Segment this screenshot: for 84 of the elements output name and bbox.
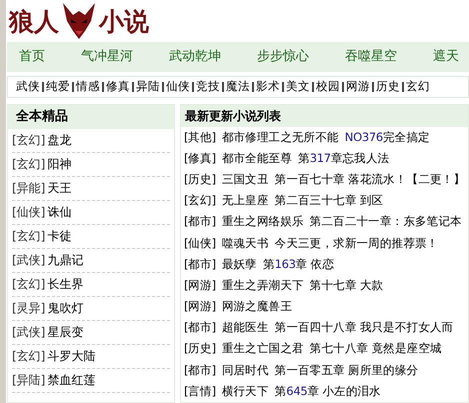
logo-text[interactable]: 小说 bbox=[99, 8, 149, 34]
book-link[interactable]: 最妖孽 bbox=[222, 256, 257, 273]
book-link[interactable]: 重生之亡国之君 bbox=[222, 340, 304, 358]
chapter-link[interactable]: 第645章 小左的泪水 bbox=[274, 382, 381, 400]
book-link[interactable]: 噬魂天书 bbox=[222, 234, 269, 252]
category-link[interactable]: 影术 bbox=[256, 78, 280, 96]
book-link[interactable]: 网游之魔兽王 bbox=[222, 298, 292, 316]
book-link[interactable]: 无上皇座 bbox=[222, 192, 269, 210]
book-link[interactable]: 重生之弄潮天下 bbox=[222, 276, 304, 294]
category-link[interactable]: 历史 bbox=[376, 78, 400, 96]
chapter-link[interactable]: 第七十八章 竟然是座空城 bbox=[310, 340, 442, 358]
category-link[interactable]: 竞技 bbox=[196, 78, 220, 96]
genre-tag: [武侠] bbox=[12, 251, 46, 269]
genre-tag: [网游] bbox=[184, 298, 216, 316]
book-link[interactable]: 斗罗大陆 bbox=[47, 347, 96, 365]
genre-tag: [玄幻] bbox=[12, 347, 46, 365]
category-link[interactable]: 玄幻 bbox=[406, 78, 430, 96]
genre-tag: [历史] bbox=[184, 170, 216, 188]
genre-tag: [武侠] bbox=[12, 323, 46, 341]
chapter-link[interactable]: 第二百二十一章：东多笔记本 bbox=[310, 213, 462, 231]
chapter-link[interactable]: 第163章 依恋 bbox=[262, 256, 334, 273]
genre-tag: [玄幻] bbox=[184, 192, 216, 210]
category-link[interactable]: 仙侠 bbox=[166, 78, 190, 96]
book-link[interactable]: 都市修理工之无所不能 bbox=[222, 128, 339, 146]
genre-tag: [异能] bbox=[12, 179, 46, 197]
book-link[interactable]: 卡徒 bbox=[47, 227, 72, 245]
genre-tag: [玄幻] bbox=[12, 131, 46, 149]
genre-tag: [网游] bbox=[184, 276, 216, 294]
genre-tag: [都市] bbox=[184, 213, 216, 231]
book-link[interactable]: 都市全能至尊 bbox=[222, 150, 292, 168]
panel-title: 全本精品 bbox=[16, 108, 68, 126]
book-link[interactable]: 超能医生 bbox=[222, 319, 269, 337]
logo-text[interactable]: 狼人 bbox=[9, 8, 59, 34]
category-link[interactable]: 校园 bbox=[316, 78, 340, 96]
genre-tag: [历史] bbox=[184, 340, 216, 358]
book-link[interactable]: 禁血红莲 bbox=[47, 371, 96, 389]
book-link[interactable]: 横行天下 bbox=[222, 382, 269, 400]
chapter-link[interactable]: NO376完全搞定 bbox=[344, 128, 430, 146]
book-link[interactable]: 诛仙 bbox=[47, 203, 72, 221]
genre-tag: [都市] bbox=[184, 256, 216, 273]
chapter-link[interactable]: 第一百四十八章 我只是不打女人而 bbox=[274, 319, 454, 337]
book-link[interactable]: 盘龙 bbox=[47, 131, 72, 149]
category-link[interactable]: 网游 bbox=[346, 78, 370, 96]
category-link[interactable]: 异陆 bbox=[136, 78, 160, 96]
genre-tag: [仙侠] bbox=[12, 203, 46, 221]
genre-tag: [异陆] bbox=[12, 371, 46, 389]
genre-tag: [都市] bbox=[184, 319, 216, 337]
book-link[interactable]: 三国文丑 bbox=[222, 170, 269, 188]
genre-tag: [修真] bbox=[184, 150, 216, 168]
nav-link[interactable]: 步步惊心 bbox=[257, 47, 309, 67]
chapter-link[interactable]: 今天三更，求新一周的推荐票！ bbox=[274, 234, 438, 252]
category-link[interactable]: 纯爱 bbox=[46, 78, 70, 96]
genre-tag: [玄幻] bbox=[12, 275, 46, 293]
nav-link[interactable]: 遮天 bbox=[433, 47, 459, 67]
chapter-link[interactable]: 第一百零五章 厕所里的缘分 bbox=[274, 362, 418, 379]
genre-tag: [言情] bbox=[184, 382, 216, 400]
genre-tag: [玄幻] bbox=[12, 155, 46, 173]
book-link[interactable]: 天王 bbox=[47, 179, 72, 197]
nav-link[interactable]: 吞噬星空 bbox=[345, 47, 397, 67]
category-link[interactable]: 修真 bbox=[106, 78, 130, 96]
category-link[interactable]: 武侠 bbox=[16, 78, 40, 96]
chapter-link[interactable]: 第317章忘我人法 bbox=[298, 150, 390, 168]
genre-tag: [仙侠] bbox=[184, 234, 216, 252]
book-link[interactable]: 鬼吹灯 bbox=[47, 299, 84, 317]
panel-title: 最新更新小说列表 bbox=[185, 108, 281, 125]
nav-link[interactable]: 首页 bbox=[19, 47, 45, 67]
nav-link[interactable]: 武动乾坤 bbox=[169, 47, 221, 67]
category-link[interactable]: 美文 bbox=[286, 78, 310, 96]
chapter-link[interactable]: 第十七章 大款 bbox=[310, 276, 384, 294]
chapter-link[interactable]: 第一百七十章 落花流水！【二更！】 bbox=[274, 170, 466, 188]
category-link[interactable]: 魔法 bbox=[226, 78, 250, 96]
nav-link[interactable]: 气冲星河 bbox=[81, 47, 133, 67]
book-link[interactable]: 同居时代 bbox=[222, 362, 269, 379]
book-link[interactable]: 阳神 bbox=[47, 155, 72, 173]
category-link[interactable]: 情感 bbox=[76, 78, 100, 96]
book-link[interactable]: 重生之网络娱乐 bbox=[222, 213, 304, 231]
book-link[interactable]: 长生界 bbox=[47, 275, 84, 293]
book-link[interactable]: 九鼎记 bbox=[47, 251, 84, 269]
genre-tag: [玄幻] bbox=[12, 227, 46, 245]
chapter-link[interactable]: 第二百三十七章 到区 bbox=[274, 192, 384, 210]
book-link[interactable]: 星辰变 bbox=[47, 323, 84, 341]
genre-tag: [都市] bbox=[184, 362, 216, 379]
genre-tag: [灵异] bbox=[12, 299, 46, 317]
genre-tag: [其他] bbox=[184, 128, 216, 146]
